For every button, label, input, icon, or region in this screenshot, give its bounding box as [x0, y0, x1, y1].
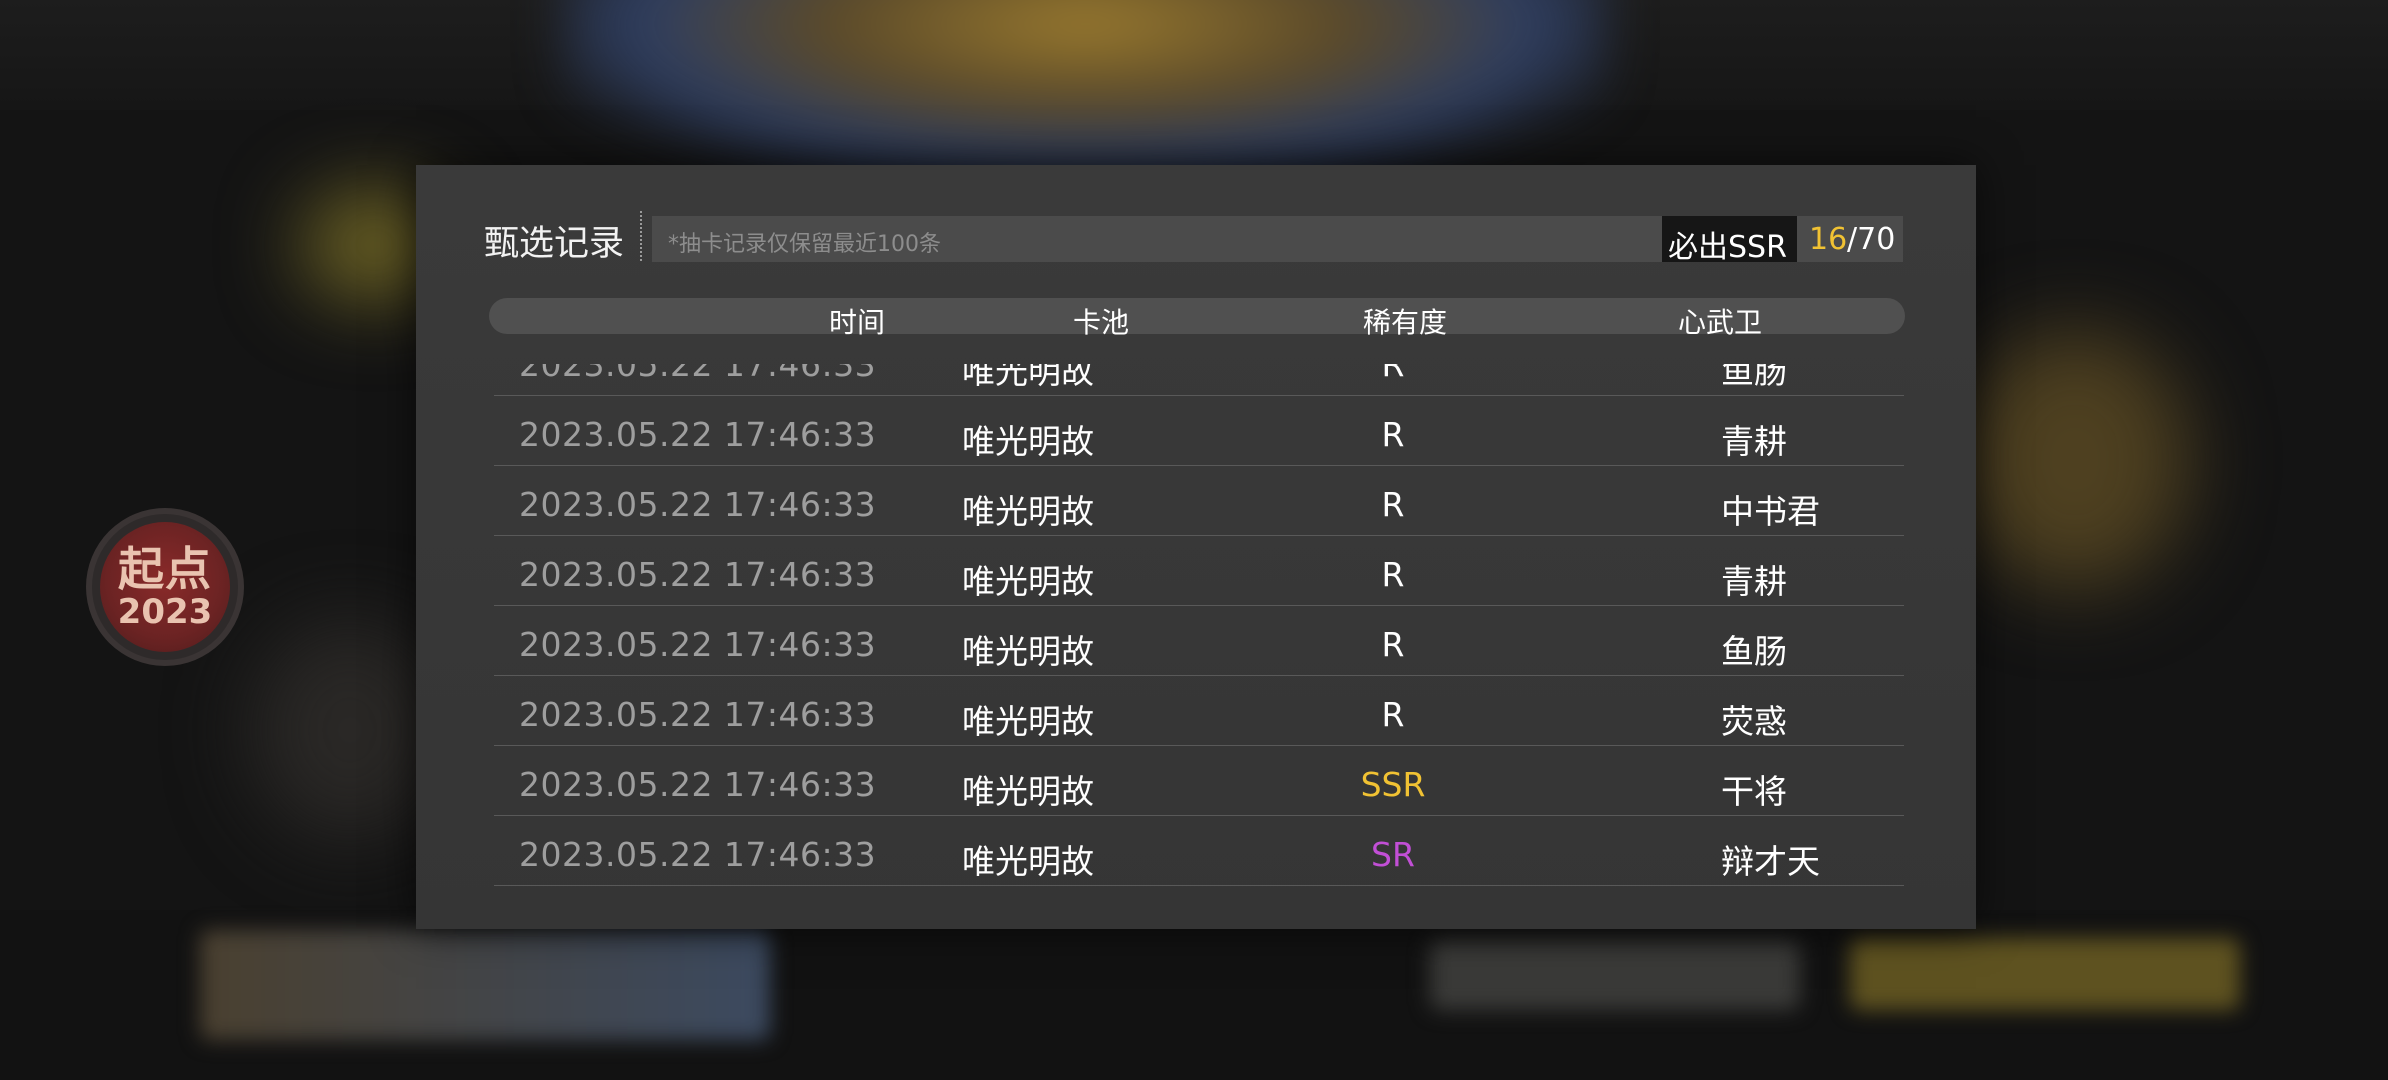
table-row: 2023.05.22 17:46:33 唯光明故 R 青耕 — [494, 395, 1904, 466]
record-notice-text: *抽卡记录仅保留最近100条 — [668, 232, 941, 257]
record-notice-bar: *抽卡记录仅保留最近100条 — [652, 216, 1662, 262]
cell-rarity: R — [1381, 364, 1405, 384]
table-row: 2023.05.22 17:46:33 唯光明故 R 荧惑 — [494, 675, 1904, 746]
cell-weapon-guard: 青耕 — [1721, 562, 1787, 601]
table-row: 2023.05.22 17:46:33 唯光明故 SSR 干将 — [494, 745, 1904, 816]
table-row: 2023.05.22 17:46:33 唯光明故 R 中书君 — [494, 465, 1904, 536]
cell-time: 2023.05.22 17:46:33 — [519, 625, 877, 664]
cell-time: 2023.05.22 17:46:33 — [519, 415, 877, 454]
cell-time: 2023.05.22 17:46:33 — [519, 555, 877, 594]
cell-pool: 唯光明故 — [962, 492, 1094, 531]
background-hero-art — [560, 0, 1610, 180]
cell-pool: 唯光明故 — [962, 702, 1094, 741]
cell-weapon-guard: 辩才天 — [1721, 842, 1820, 881]
badge-text-year: 2023 — [117, 592, 213, 632]
gacha-record-dialog: 甄选记录 *抽卡记录仅保留最近100条 必出SSR 16 /70 时间 卡池 稀… — [416, 165, 1976, 929]
qidian-2023-badge[interactable]: 起点 2023 — [92, 514, 238, 660]
record-list[interactable]: 2023.05.22 17:46:33 唯光明故 R 鱼肠 2023.05.22… — [494, 364, 1904, 904]
background-blur-right — [1960, 330, 2190, 590]
table-row: 2023.05.22 17:46:33 唯光明故 R 鱼肠 — [494, 605, 1904, 676]
cell-pool: 唯光明故 — [962, 842, 1094, 881]
pity-label-box: 必出SSR — [1662, 216, 1797, 265]
pity-total: /70 — [1847, 222, 1896, 257]
cell-rarity: R — [1381, 625, 1405, 664]
background-button-gray — [1430, 940, 1800, 1010]
cell-time: 2023.05.22 17:46:33 — [519, 835, 877, 874]
cell-pool: 唯光明故 — [962, 562, 1094, 601]
cell-rarity: R — [1381, 485, 1405, 524]
table-header: 时间 卡池 稀有度 心武卫 — [489, 298, 1905, 339]
cell-rarity: SR — [1371, 835, 1415, 874]
cell-rarity: R — [1381, 695, 1405, 734]
cell-pool: 唯光明故 — [962, 632, 1094, 671]
pity-current: 16 — [1809, 222, 1848, 257]
table-row: 2023.05.22 17:46:33 唯光明故 SR 辩才天 — [494, 815, 1904, 886]
background-thumbnail — [200, 930, 770, 1040]
cell-time: 2023.05.22 17:46:33 — [519, 485, 877, 524]
cell-weapon-guard: 干将 — [1721, 772, 1787, 811]
column-header-pool: 卡池 — [1072, 306, 1130, 339]
cell-weapon-guard: 鱼肠 — [1721, 364, 1787, 391]
cell-weapon-guard: 鱼肠 — [1721, 632, 1787, 671]
cell-time: 2023.05.22 17:46:33 — [519, 765, 877, 804]
pity-label: 必出SSR — [1668, 230, 1787, 265]
title-divider — [640, 211, 643, 261]
table-row: 2023.05.22 17:46:33 唯光明故 R 青耕 — [494, 535, 1904, 606]
column-header-time: 时间 — [828, 306, 886, 339]
column-header-rarity: 稀有度 — [1362, 306, 1448, 339]
column-header-weapon-guard: 心武卫 — [1677, 306, 1763, 339]
background-button-yellow — [1850, 938, 2240, 1010]
cell-weapon-guard: 荧惑 — [1721, 702, 1787, 741]
cell-rarity: SSR — [1360, 765, 1426, 804]
cell-rarity: R — [1381, 415, 1405, 454]
cell-pool: 唯光明故 — [962, 772, 1094, 811]
dialog-title: 甄选记录 — [484, 224, 625, 264]
cell-rarity: R — [1381, 555, 1405, 594]
pity-counter: 16 /70 — [1797, 216, 1903, 262]
cell-time: 2023.05.22 17:46:33 — [519, 364, 877, 384]
badge-text-main: 起点 — [118, 542, 212, 596]
cell-pool: 唯光明故 — [962, 422, 1094, 461]
badge-face: 起点 2023 — [100, 522, 230, 652]
cell-weapon-guard: 中书君 — [1721, 492, 1820, 531]
cell-pool: 唯光明故 — [962, 364, 1094, 391]
table-row: 2023.05.22 17:46:33 唯光明故 R 鱼肠 — [494, 364, 1904, 396]
cell-time: 2023.05.22 17:46:33 — [519, 695, 877, 734]
cell-weapon-guard: 青耕 — [1721, 422, 1787, 461]
